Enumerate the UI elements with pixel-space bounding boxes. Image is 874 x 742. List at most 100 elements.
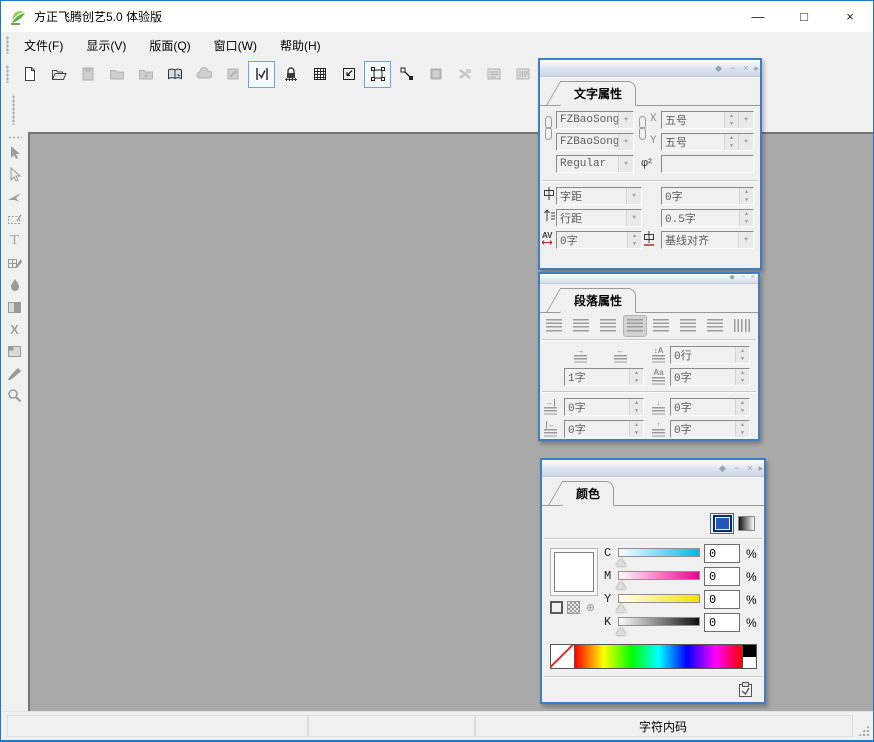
cyan-slider-handle[interactable] [616,558,626,566]
align-force-justify-button[interactable] [703,315,727,337]
right-indent-field[interactable]: 0字 [564,420,644,438]
magnifier-tool[interactable] [3,384,27,406]
tab-text-properties[interactable]: 文字属性 [560,81,636,106]
no-color-swatch[interactable] [551,645,575,668]
palette-title-bar[interactable]: ◆ − × [540,274,758,284]
palette-rollup-button[interactable]: ◆ [715,64,722,73]
font-family-2-select[interactable]: FZBaoSong- [556,133,634,151]
align-right-button[interactable] [596,315,620,337]
align-vertical-button[interactable] [730,315,754,337]
tab-paragraph-properties[interactable]: 段落属性 [560,288,636,313]
table-pen-tool[interactable] [3,252,27,274]
menu-window[interactable]: 窗口(W) [205,34,266,57]
palette-expand-button[interactable]: ▸ [754,64,759,73]
palette-rollup-button[interactable]: ◆ [729,274,734,282]
black-white-swatches[interactable] [742,645,756,668]
lock-grid-button[interactable] [277,61,304,88]
black-swatch[interactable] [743,645,756,657]
save-document-button[interactable] [74,61,101,88]
magenta-value-field[interactable]: 0 [704,567,740,586]
y-size-spinner[interactable] [724,134,738,150]
ink-droplet-tool[interactable] [3,274,27,296]
space-before-spinner[interactable] [735,399,749,415]
chevron-down-icon[interactable] [626,210,641,226]
chevron-down-icon[interactable] [738,232,753,248]
edit-page-button[interactable] [219,61,246,88]
align-force-left-button[interactable] [676,315,700,337]
import-frame-button[interactable] [335,61,362,88]
yellow-value-field[interactable]: 0 [704,590,740,609]
char-scale-field[interactable] [661,155,754,173]
closed-folder-button[interactable] [103,61,130,88]
kerning-value-field[interactable]: 0字 [556,231,642,249]
right-indent-spinner[interactable] [629,421,643,437]
align-left-button[interactable] [542,315,566,337]
dock-drag-handle[interactable] [12,95,15,125]
chevron-down-icon[interactable] [618,112,633,128]
text-tool[interactable]: T [3,230,27,252]
font-style-select[interactable]: Regular [556,155,634,173]
layout-frame-tool[interactable] [3,208,27,230]
palette-minimize-button[interactable]: − [734,464,739,473]
black-value-field[interactable]: 0 [704,613,740,632]
open-book-button[interactable] [161,61,188,88]
palette-minimize-button[interactable]: − [730,64,735,73]
tab-color[interactable]: 颜色 [562,481,614,506]
line-spacing-spinner[interactable] [739,210,753,226]
new-document-button[interactable] [16,61,43,88]
magenta-slider-handle[interactable] [616,581,626,589]
menu-help[interactable]: 帮助(H) [271,34,330,57]
cloud-button[interactable] [190,61,217,88]
palette-expand-button[interactable]: ▸ [758,464,763,473]
line-space-spinner[interactable] [735,347,749,363]
char-spacing-spinner[interactable] [739,188,753,204]
rainbow-gradient[interactable] [575,645,742,668]
color-spectrum-bar[interactable] [550,644,757,669]
palette-minimize-button[interactable]: − [741,274,745,282]
menu-layout[interactable]: 版面(Q) [140,34,199,57]
left-indent-field[interactable]: 0字 [564,398,644,416]
close-button[interactable]: × [827,1,873,32]
palette-close-button[interactable]: × [747,464,752,473]
current-color-swatch[interactable] [554,552,594,592]
cyan-value-field[interactable]: 0 [704,544,740,563]
menubar-drag-handle[interactable] [6,36,9,54]
gradient-fill-button[interactable] [734,513,758,534]
frame-rect-tool[interactable] [3,340,27,362]
magenta-slider[interactable] [618,571,700,580]
chevron-down-icon[interactable] [618,134,633,150]
block-button[interactable] [422,61,449,88]
palette-close-button[interactable]: × [743,64,748,73]
line-spacing-value-field[interactable]: 0.5字 [661,209,754,227]
tool-panel-drag-handle[interactable] [8,136,22,139]
text-flow-vertical-button[interactable] [509,61,536,88]
frame-tool-button[interactable] [364,61,391,88]
menu-file[interactable]: 文件(F) [15,34,72,57]
space-after-spinner[interactable] [735,421,749,437]
font-family-1-select[interactable]: FZBaoSong-Z [556,111,634,129]
x-size-select[interactable]: 五号 [661,111,754,129]
kerning-spinner[interactable] [627,232,641,248]
toolbar-drag-handle[interactable] [6,65,9,83]
left-indent-spinner[interactable] [629,399,643,415]
chevron-down-icon[interactable] [626,188,641,204]
char-scale-field[interactable]: 0字 [670,368,750,386]
node-connector-button[interactable] [393,61,420,88]
text-select-button[interactable] [248,61,275,88]
chevron-down-icon[interactable] [738,134,753,150]
rotate-arrow-tool[interactable] [3,186,27,208]
align-center-button[interactable] [569,315,593,337]
open-document-button[interactable] [45,61,72,88]
table-grid-button[interactable] [306,61,333,88]
cyan-slider[interactable] [618,548,700,557]
solid-fill-button[interactable] [710,513,734,534]
baseline-align-select[interactable]: 基线对齐 [661,231,754,249]
align-distribute-button[interactable] [649,315,673,337]
space-after-field[interactable]: 0字 [670,420,750,438]
white-swatch[interactable] [743,657,756,669]
swap-colors-button[interactable]: ⊕ [584,602,597,614]
menu-view[interactable]: 显示(V) [77,34,135,57]
first-indent-field[interactable]: 1字 [564,368,644,386]
char-spacing-mode-select[interactable]: 字距 [556,187,642,205]
folder-import-button[interactable] [132,61,159,88]
